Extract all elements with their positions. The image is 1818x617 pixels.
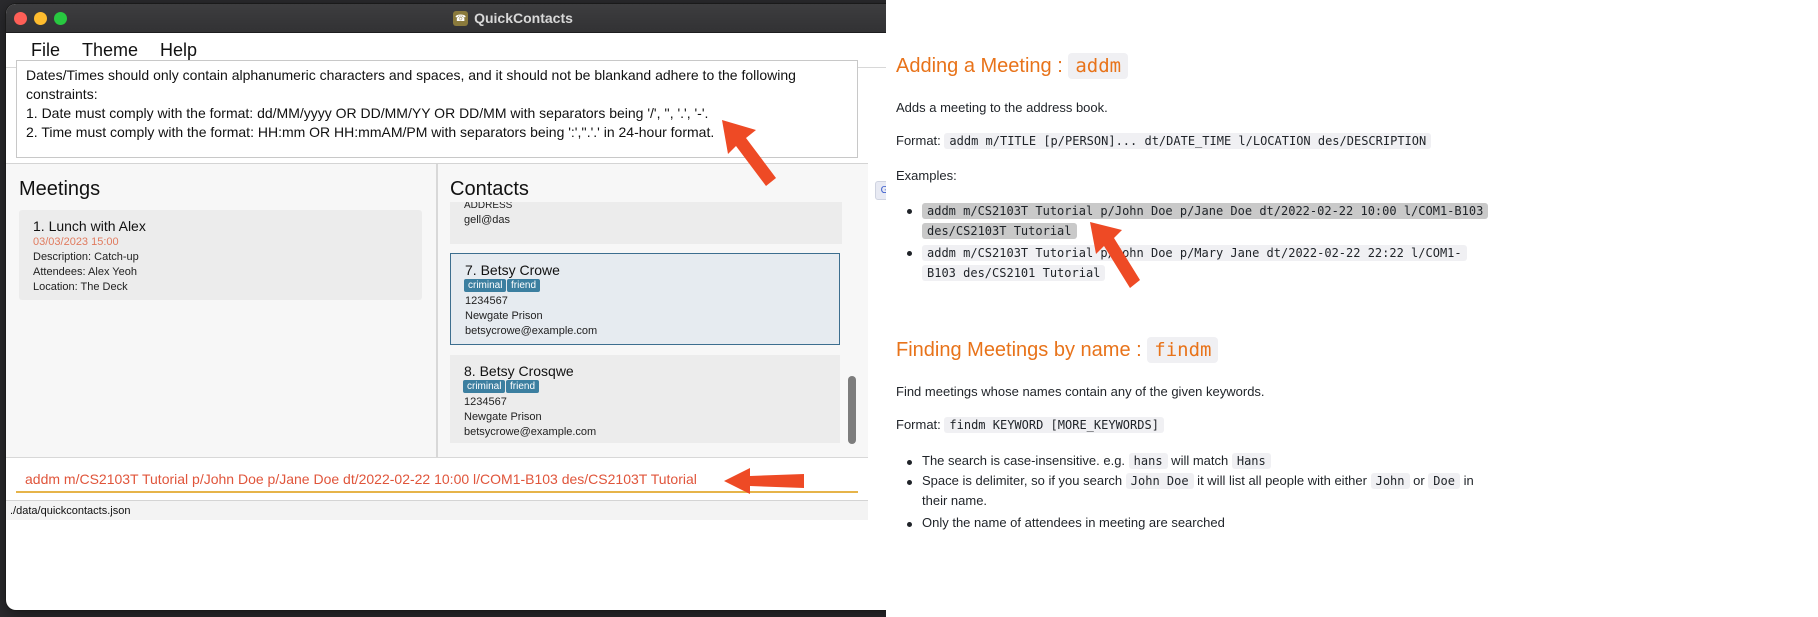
contacts-panel: Contacts ADDRESS gell@das 7. Betsy Crowe… — [438, 164, 868, 457]
annotation-arrow-result — [722, 120, 776, 186]
app-logo-icon: ☎ — [453, 10, 469, 26]
bullet-icon — [907, 522, 912, 527]
contacts-scrollbar-thumb[interactable] — [848, 376, 856, 444]
meeting-card[interactable]: 1. Lunch with Alex 03/03/2023 15:00 Desc… — [19, 210, 422, 300]
bullet-icon — [907, 209, 912, 214]
find-bullet-3: Only the name of attendees in meeting ar… — [922, 515, 1225, 530]
format-label: Format: — [896, 417, 945, 432]
meetings-title: Meetings — [19, 178, 101, 200]
meetings-panel: Meetings 1. Lunch with Alex 03/03/2023 1… — [6, 164, 436, 457]
inline-code: Doe — [1428, 473, 1460, 489]
text: The search is case-insensitive. e.g. — [922, 453, 1129, 468]
find-bullet-2: Space is delimiter, so if you search Joh… — [922, 471, 1522, 511]
text: Space is delimiter, so if you search — [922, 473, 1126, 488]
contacts-title: Contacts — [450, 178, 529, 200]
contact-address: Newgate Prison — [464, 411, 542, 423]
contact-email: betsycrowe@example.com — [465, 325, 598, 337]
heading-find-meetings: Finding Meetings by name : findm — [896, 337, 1219, 363]
contact-email: betsycrowe@example.com — [464, 426, 597, 438]
text: their name. — [922, 493, 988, 508]
title-bar: ☎ QuickContacts — [6, 4, 1020, 33]
heading-text: Adding a Meeting : — [896, 55, 1069, 77]
examples-label: Examples: — [896, 168, 957, 183]
contact-email: gell@das — [464, 214, 511, 226]
text: it will list all people with either — [1193, 473, 1371, 488]
result-line-1: Dates/Times should only contain alphanum… — [26, 67, 796, 83]
heading-code: findm — [1147, 337, 1219, 363]
window-title-group: ☎ QuickContacts — [6, 4, 1020, 32]
menu-file[interactable]: File — [20, 40, 71, 61]
heading-text: Finding Meetings by name : — [896, 339, 1148, 361]
annotation-arrow-command — [724, 468, 804, 494]
example-code: addm m/CS2103T Tutorial p/John Doe p/Jan… — [922, 203, 1489, 219]
example-1: addm m/CS2103T Tutorial p/John Doe p/Jan… — [922, 201, 1489, 241]
meeting-name: 1. Lunch with Alex — [33, 218, 146, 234]
bullet-icon — [907, 480, 912, 485]
find-bullet-1: The search is case-insensitive. e.g. han… — [922, 451, 1271, 471]
contact-address: ADDRESS — [464, 202, 513, 211]
contact-phone: 1234567 — [464, 396, 507, 408]
example-code: addm m/CS2103T Tutorial p/John Doe p/Mar… — [922, 245, 1467, 261]
contact-address: Newgate Prison — [465, 310, 543, 322]
user-guide-document: Adding a Meeting : addm Adds a meeting t… — [886, 0, 1546, 617]
example-code: des/CS2103T Tutorial — [922, 223, 1077, 239]
tag-badge: friend — [506, 380, 540, 393]
result-line-2: constraints: — [26, 86, 98, 102]
storage-path: ./data/quickcontacts.json — [10, 505, 131, 517]
meeting-description: Description: Catch-up — [33, 251, 139, 263]
example-code: B103 des/CS2101 Tutorial — [922, 265, 1106, 281]
heading-add-meeting: Adding a Meeting : addm — [896, 53, 1129, 79]
find-meetings-format: Format: findm KEYWORD [MORE_KEYWORDS] — [896, 417, 1164, 433]
format-label: Format: — [896, 133, 945, 148]
find-meetings-intro: Find meetings whose names contain any of… — [896, 384, 1265, 399]
bullet-icon — [907, 251, 912, 256]
add-meeting-format: Format: addm m/TITLE [p/PERSON]... dt/DA… — [896, 133, 1432, 149]
menu-help[interactable]: Help — [149, 40, 208, 61]
tag-badge: criminal — [464, 279, 507, 292]
inline-code: hans — [1128, 453, 1168, 469]
bullet-icon — [907, 460, 912, 465]
contact-card-partial[interactable]: ADDRESS gell@das — [450, 202, 842, 244]
contact-card[interactable]: 8. Betsy Crosqwe criminal friend 1234567… — [450, 355, 840, 443]
status-bar: ./data/quickcontacts.json — [6, 500, 868, 520]
meeting-attendees: Attendees: Alex Yeoh — [33, 266, 137, 278]
annotation-arrow-example — [1090, 222, 1140, 288]
format-code: addm m/TITLE [p/PERSON]... dt/DATE_TIME … — [944, 133, 1432, 149]
contact-name: 7. Betsy Crowe — [465, 262, 560, 278]
contact-name: 8. Betsy Crosqwe — [464, 363, 574, 379]
add-meeting-intro: Adds a meeting to the address book. — [896, 100, 1108, 115]
inline-code: John Doe — [1125, 473, 1194, 489]
heading-code: addm — [1068, 53, 1129, 79]
text: will match — [1167, 453, 1232, 468]
meeting-date: 03/03/2023 15:00 — [33, 236, 119, 248]
contact-card-selected[interactable]: 7. Betsy Crowe criminal friend 1234567 N… — [450, 253, 840, 345]
menu-theme[interactable]: Theme — [71, 40, 149, 61]
example-2: addm m/CS2103T Tutorial p/John Doe p/Mar… — [922, 243, 1467, 283]
text: in — [1459, 473, 1474, 488]
tag-badge: criminal — [463, 380, 506, 393]
contacts-list[interactable]: ADDRESS gell@das 7. Betsy Crowe criminal… — [450, 202, 842, 447]
meeting-location: Location: The Deck — [33, 281, 128, 293]
tag-badge: friend — [507, 279, 541, 292]
contact-phone: 1234567 — [465, 295, 508, 307]
inline-code: John — [1370, 473, 1410, 489]
inline-code: Hans — [1231, 453, 1271, 469]
window-title: QuickContacts — [474, 10, 573, 26]
format-code: findm KEYWORD [MORE_KEYWORDS] — [944, 417, 1164, 433]
text: or — [1409, 473, 1429, 488]
